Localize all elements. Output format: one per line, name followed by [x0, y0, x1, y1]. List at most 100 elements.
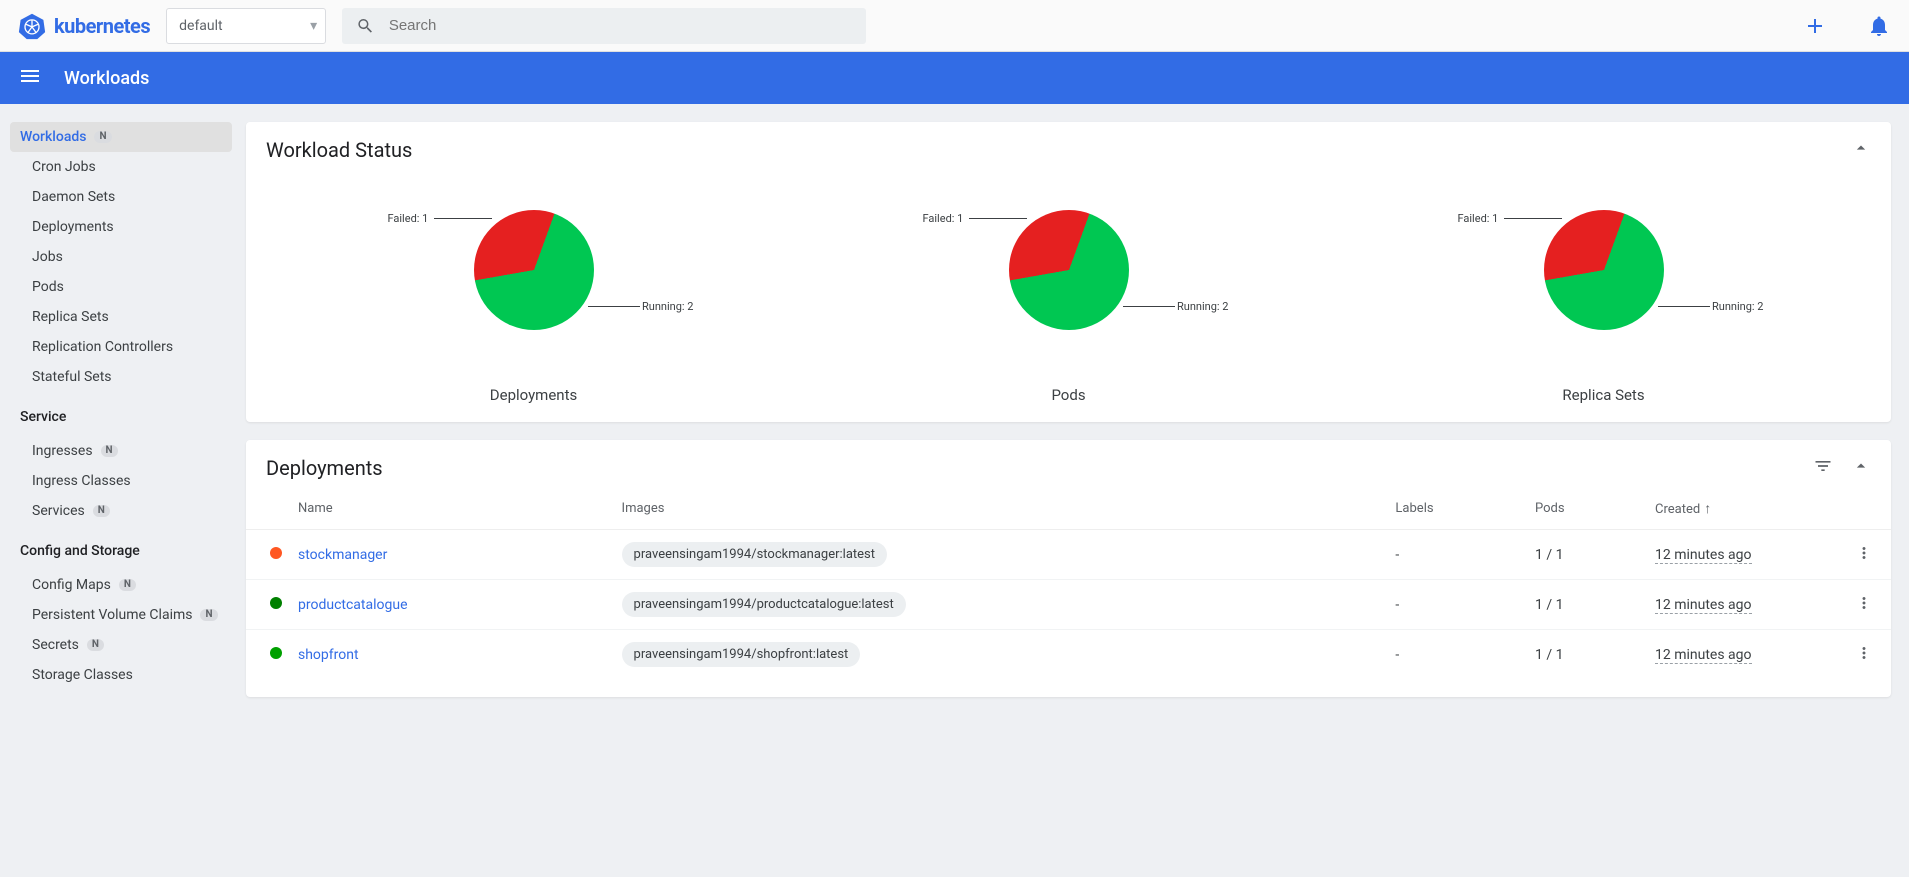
deployment-link[interactable]: productcatalogue [298, 597, 408, 613]
caret-up-icon [1851, 456, 1871, 476]
workload-status-card: Workload Status Failed: 1 Running: 2 Deplo… [246, 122, 1891, 422]
sidebar-section-service: Service [10, 402, 232, 432]
created-time: 12 minutes ago [1655, 647, 1752, 664]
row-actions-button[interactable] [1855, 550, 1873, 566]
chart-label-running: Running: 2 [642, 300, 694, 313]
menu-icon [18, 64, 42, 88]
chart-label-running: Running: 2 [1712, 300, 1764, 313]
sidebar-item[interactable]: ServicesN [10, 496, 232, 526]
created-time: 12 minutes ago [1655, 547, 1752, 564]
chart-caption: Pods [1051, 386, 1085, 404]
sidebar-item[interactable]: Deployments [10, 212, 232, 242]
card-title: Deployments [266, 456, 383, 480]
kebab-icon [1855, 644, 1873, 662]
chart-label-failed: Failed: 1 [923, 212, 964, 225]
status-chart: Failed: 1 Running: 2 Pods [889, 180, 1249, 404]
column-header[interactable]: Name [290, 488, 614, 530]
section-bar: Workloads [0, 52, 1909, 104]
pods-cell: 1 / 1 [1527, 580, 1647, 630]
status-dot-icon [270, 647, 282, 659]
row-actions-button[interactable] [1855, 650, 1873, 666]
kebab-icon [1855, 594, 1873, 612]
main-content: Workload Status Failed: 1 Running: 2 Deplo… [242, 104, 1909, 715]
kubernetes-icon [18, 12, 46, 40]
brand-logo[interactable]: kubernetes [18, 12, 150, 40]
column-header[interactable]: Created↑ [1647, 488, 1847, 530]
table-row: stockmanager praveensingam1994/stockmanag… [246, 530, 1891, 580]
nav-toggle-button[interactable] [18, 64, 42, 92]
sidebar-item[interactable]: Ingress Classes [10, 466, 232, 496]
search-icon [356, 16, 375, 36]
nav-badge: N [94, 131, 111, 143]
column-header[interactable]: Images [614, 488, 1388, 530]
kebab-icon [1855, 544, 1873, 562]
sidebar-item[interactable]: Replica Sets [10, 302, 232, 332]
deployment-link[interactable]: stockmanager [298, 547, 387, 563]
top-app-bar: kubernetes default ▾ [0, 0, 1909, 52]
filter-icon [1813, 456, 1833, 476]
deployments-table: NameImagesLabelsPodsCreated↑ stockmanage… [246, 488, 1891, 679]
sidebar-item[interactable]: Persistent Volume ClaimsN [10, 600, 232, 630]
deployment-link[interactable]: shopfront [298, 647, 359, 663]
status-chart: Failed: 1 Running: 2 Replica Sets [1424, 180, 1784, 404]
sort-asc-icon: ↑ [1704, 501, 1711, 517]
pods-cell: 1 / 1 [1527, 530, 1647, 580]
search-bar[interactable] [342, 8, 866, 44]
filter-button[interactable] [1813, 456, 1833, 480]
nav-badge: N [200, 609, 217, 621]
sidebar-item[interactable]: SecretsN [10, 630, 232, 660]
status-dot-icon [270, 547, 282, 559]
namespace-value: default [179, 18, 223, 34]
nav-badge: N [87, 639, 104, 651]
sidebar-item-label: Workloads [20, 129, 86, 145]
notifications-button[interactable] [1867, 14, 1891, 38]
row-actions-button[interactable] [1855, 600, 1873, 616]
sidebar-item[interactable]: Config MapsN [10, 570, 232, 600]
sidebar-nav: Workloads N Cron JobsDaemon SetsDeployme… [0, 104, 242, 715]
sidebar-item[interactable]: Cron Jobs [10, 152, 232, 182]
create-button[interactable] [1803, 14, 1827, 38]
sidebar-item[interactable]: Jobs [10, 242, 232, 272]
brand-text: kubernetes [54, 14, 150, 38]
nav-badge: N [93, 505, 110, 517]
table-row: productcataloguepraveensingam1994/produc… [246, 580, 1891, 630]
card-title: Workload Status [266, 138, 412, 162]
status-dot-icon [270, 597, 282, 609]
table-row: shopfront praveensingam1994/shopfront:lat… [246, 630, 1891, 680]
image-chip: praveensingam1994/stockmanager:latest [622, 542, 887, 567]
sidebar-section-config: Config and Storage [10, 536, 232, 566]
status-chart: Failed: 1 Running: 2 Deployments [354, 180, 714, 404]
chart-label-failed: Failed: 1 [1458, 212, 1499, 225]
caret-up-icon [1851, 138, 1871, 158]
sidebar-item-workloads[interactable]: Workloads N [10, 122, 232, 152]
deployments-card: Deployments NameImagesLabelsPodsCreated↑… [246, 440, 1891, 697]
sidebar-item[interactable]: IngressesN [10, 436, 232, 466]
collapse-button[interactable] [1851, 138, 1871, 162]
labels-cell: - [1387, 580, 1527, 630]
sidebar-item[interactable]: Storage Classes [10, 660, 232, 690]
pods-cell: 1 / 1 [1527, 630, 1647, 680]
image-chip: praveensingam1994/shopfront:latest [622, 642, 861, 667]
sidebar-item[interactable]: Stateful Sets [10, 362, 232, 392]
chevron-down-icon: ▾ [310, 18, 317, 34]
labels-cell: - [1387, 630, 1527, 680]
created-time: 12 minutes ago [1655, 597, 1752, 614]
namespace-select[interactable]: default ▾ [166, 8, 326, 44]
chart-label-running: Running: 2 [1177, 300, 1229, 313]
column-header[interactable]: Labels [1387, 488, 1527, 530]
sidebar-item[interactable]: Daemon Sets [10, 182, 232, 212]
chart-label-failed: Failed: 1 [388, 212, 429, 225]
bell-icon [1867, 14, 1891, 38]
section-title: Workloads [64, 68, 149, 89]
chart-caption: Replica Sets [1562, 386, 1644, 404]
collapse-button[interactable] [1851, 456, 1871, 480]
sidebar-item[interactable]: Replication Controllers [10, 332, 232, 362]
sidebar-item[interactable]: Pods [10, 272, 232, 302]
nav-badge: N [101, 445, 118, 457]
chart-caption: Deployments [490, 386, 577, 404]
column-header[interactable]: Pods [1527, 488, 1647, 530]
search-input[interactable] [389, 17, 852, 34]
nav-badge: N [119, 579, 136, 591]
labels-cell: - [1387, 530, 1527, 580]
plus-icon [1803, 14, 1827, 38]
